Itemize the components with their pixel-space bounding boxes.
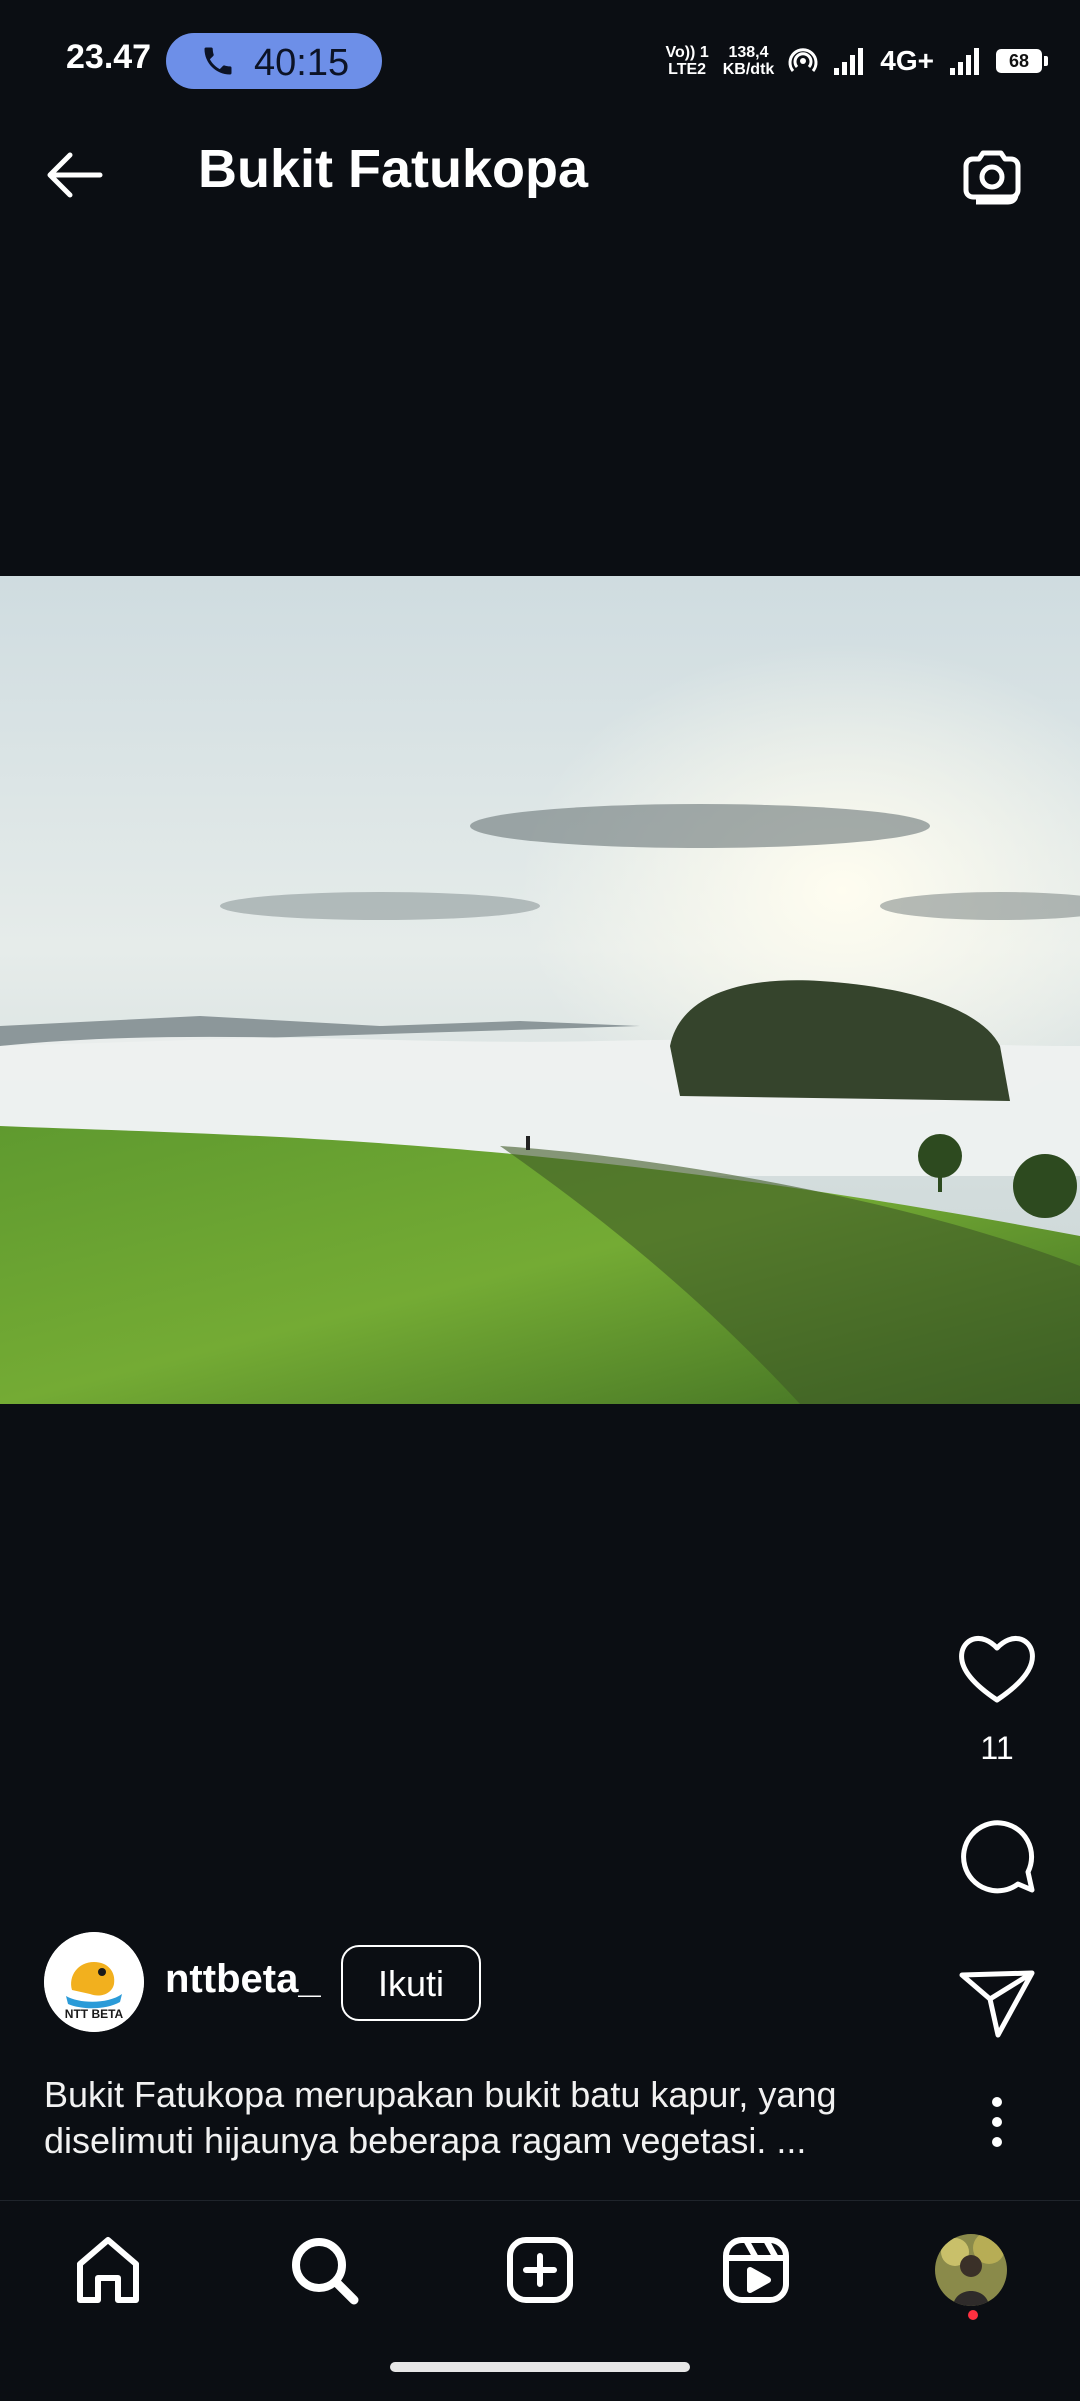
nav-home[interactable] [68, 2230, 148, 2310]
signal-2-icon [950, 48, 979, 75]
search-icon [292, 2238, 359, 2305]
heart-icon [959, 1636, 1035, 1703]
nav-create[interactable] [500, 2230, 580, 2310]
camera-icon [963, 150, 1021, 205]
tree [1013, 1154, 1077, 1218]
cloud [470, 804, 930, 848]
comment-button[interactable] [952, 1810, 1042, 1900]
post-photo[interactable] [0, 576, 1080, 1404]
create-icon [507, 2237, 573, 2303]
hotspot-icon [788, 48, 818, 72]
follow-button[interactable]: Ikuti [341, 1945, 481, 2021]
share-button[interactable] [952, 1955, 1042, 2045]
more-options-button[interactable] [974, 2094, 1020, 2150]
network-type: 4G+ [880, 45, 934, 76]
call-duration: 40:15 [254, 42, 350, 84]
back-button[interactable] [40, 140, 110, 210]
volte-indicator: Vo)) 1 LTE2 [665, 44, 709, 78]
signal-icon [834, 48, 864, 75]
camera-button[interactable] [956, 140, 1028, 212]
status-bar: 23.47 40:15 Vo)) 1 LTE2 138,4 KB/dtk 4G+ [0, 0, 1080, 120]
profile-notification-dot [968, 2310, 978, 2320]
arrow-left-icon [47, 152, 103, 198]
network-speed: 138,4 KB/dtk [722, 44, 775, 78]
nav-reels[interactable] [716, 2230, 796, 2310]
reels-icon [723, 2237, 789, 2303]
tree-trunk [938, 1166, 942, 1192]
more-vertical-icon [992, 2097, 1002, 2147]
status-time: 23.47 [66, 38, 152, 76]
status-indicators: Vo)) 1 LTE2 138,4 KB/dtk 4G+ 68 [665, 38, 1048, 84]
ongoing-call-pill[interactable]: 40:15 [166, 33, 382, 89]
like-count[interactable]: 11 [952, 1730, 1042, 1767]
person-silhouette [526, 1136, 530, 1150]
phone-icon [204, 47, 232, 75]
like-button[interactable] [952, 1622, 1042, 1712]
post-caption[interactable]: Bukit Fatukopa merupakan bukit batu kapu… [44, 2072, 924, 2164]
home-icon [77, 2237, 139, 2303]
comment-icon [961, 1820, 1035, 1894]
profile-photo [935, 2234, 1007, 2306]
author-avatar[interactable]: NTT BETA [44, 1932, 144, 2032]
nav-search[interactable] [284, 2230, 364, 2310]
ntt-beta-logo: NTT BETA [44, 1932, 144, 2032]
svg-text:NTT BETA: NTT BETA [65, 2007, 124, 2021]
author-username[interactable]: nttbeta_ [165, 1957, 321, 2002]
page-title: Bukit Fatukopa [198, 139, 589, 199]
nav-profile-avatar[interactable] [935, 2234, 1007, 2306]
send-icon [959, 1970, 1035, 2038]
battery-icon: 68 [996, 49, 1048, 73]
cloud [220, 892, 540, 920]
home-indicator[interactable] [390, 2362, 690, 2372]
